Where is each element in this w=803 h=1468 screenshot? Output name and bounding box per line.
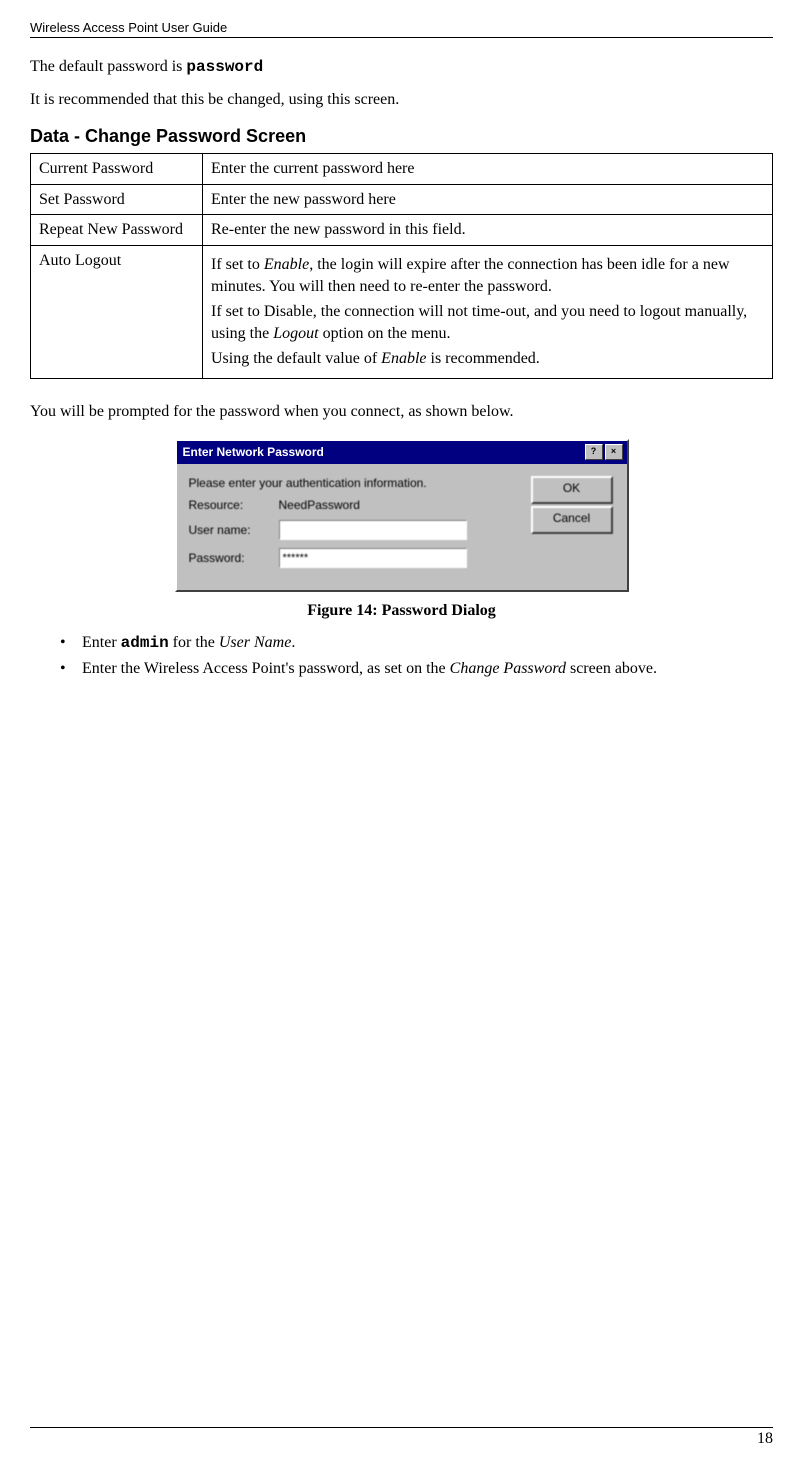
dialog-prompt: Please enter your authentication informa… <box>189 476 427 490</box>
default-password-value: password <box>186 58 263 76</box>
figure-caption: Figure 14: Password Dialog <box>30 602 773 620</box>
text: Enter the Wireless Access Point's passwo… <box>82 660 450 677</box>
text-italic: Enable <box>381 350 426 367</box>
dialog-body: OK Cancel Please enter your authenticati… <box>177 464 627 590</box>
section-heading: Data - Change Password Screen <box>30 126 773 147</box>
text: Enter <box>82 634 121 651</box>
page-number: 18 <box>757 1430 773 1447</box>
page-header: Wireless Access Point User Guide <box>30 20 773 38</box>
change-password-table: Current Password Enter the current passw… <box>30 153 773 379</box>
field-label: Set Password <box>31 184 203 215</box>
help-icon[interactable]: ? <box>585 444 603 460</box>
cancel-button[interactable]: Cancel <box>531 506 613 534</box>
text: option on the menu. <box>319 325 451 342</box>
password-label: Password: <box>189 551 279 565</box>
ok-button[interactable]: OK <box>531 476 613 504</box>
text-italic: Change Password <box>450 660 566 677</box>
username-constant: admin <box>121 634 169 652</box>
text: for the <box>169 634 219 651</box>
resource-value: NeedPassword <box>279 498 360 512</box>
close-icon[interactable]: × <box>605 444 623 460</box>
text-italic: Enable <box>264 256 309 273</box>
table-row: Auto Logout If set to Enable, the login … <box>31 245 773 378</box>
field-label: Auto Logout <box>31 245 203 378</box>
dialog-titlebar: Enter Network Password ? × <box>177 441 627 464</box>
page-footer: 18 <box>30 1427 773 1448</box>
figure-password-dialog: Enter Network Password ? × OK Cancel Ple… <box>30 439 773 592</box>
username-input[interactable] <box>279 520 467 540</box>
instruction-list: Enter admin for the User Name. Enter the… <box>30 632 773 681</box>
default-password-paragraph: The default password is password <box>30 56 773 79</box>
password-input[interactable]: ****** <box>279 548 467 568</box>
text: Using the default value of <box>211 350 381 367</box>
table-row: Set Password Enter the new password here <box>31 184 773 215</box>
field-description: Enter the new password here <box>203 184 773 215</box>
list-item: Enter the Wireless Access Point's passwo… <box>60 658 773 680</box>
text: The default password is <box>30 58 186 75</box>
table-row: Repeat New Password Re-enter the new pas… <box>31 215 773 246</box>
prompt-paragraph: You will be prompted for the password wh… <box>30 401 773 423</box>
text: If set to <box>211 256 264 273</box>
text-italic: User Name <box>219 634 291 651</box>
text: is recommended. <box>427 350 540 367</box>
password-dialog: Enter Network Password ? × OK Cancel Ple… <box>175 439 629 592</box>
field-description: Enter the current password here <box>203 154 773 185</box>
resource-label: Resource: <box>189 498 279 512</box>
list-item: Enter admin for the User Name. <box>60 632 773 654</box>
text-italic: Logout <box>273 325 318 342</box>
text: . <box>291 634 295 651</box>
field-label: Current Password <box>31 154 203 185</box>
field-label: Repeat New Password <box>31 215 203 246</box>
table-row: Current Password Enter the current passw… <box>31 154 773 185</box>
recommendation-paragraph: It is recommended that this be changed, … <box>30 89 773 111</box>
username-label: User name: <box>189 523 279 537</box>
field-description: If set to Enable, the login will expire … <box>203 245 773 378</box>
dialog-title: Enter Network Password <box>183 445 583 459</box>
field-description: Re-enter the new password in this field. <box>203 215 773 246</box>
text: screen above. <box>566 660 657 677</box>
